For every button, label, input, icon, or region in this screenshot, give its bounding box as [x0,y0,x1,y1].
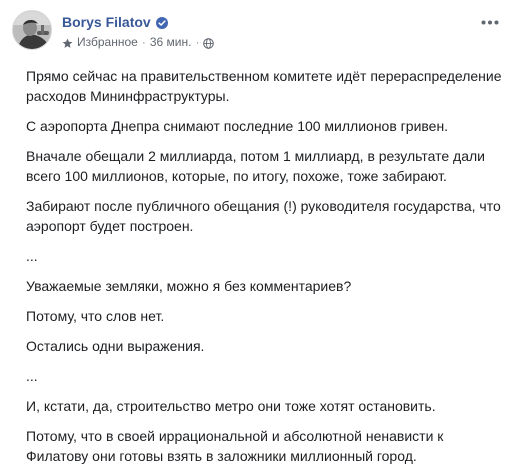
post-paragraph: Остались одни выражения. [26,338,205,354]
post-paragraph: Уважаемые земляки, можно я без комментар… [26,278,352,294]
post-paragraph: ... [26,368,38,384]
author-name-link[interactable]: Borys Filatov [62,13,151,31]
avatar[interactable] [12,10,52,50]
post-paragraph: Забирают после публичного обещания (!) р… [26,198,501,234]
post-paragraph: Потому, что слов нет. [26,308,165,324]
author-line: Borys Filatov [62,13,168,31]
globe-icon[interactable] [203,37,215,49]
post-body: Прямо сейчас на правительственном комите… [26,66,504,476]
meta-separator: · [195,35,200,49]
post-paragraph: С аэропорта Днепра снимают последние 100… [26,118,449,134]
audience-label[interactable]: Избранное [77,34,138,50]
star-icon [62,37,73,48]
meta-separator: · [141,35,146,49]
post-paragraph: ... [26,248,38,264]
post-meta: Избранное · 36 мин. · [62,34,215,50]
post-header: Borys Filatov Избранное · 36 мин. · [12,10,503,54]
more-options-button[interactable] [479,16,501,28]
post-paragraph: Вначале обещали 2 миллиарда, потом 1 мил… [26,148,485,184]
post-paragraph: И, кстати, да, строительство метро они т… [26,398,436,414]
post-timestamp[interactable]: 36 мин. [150,34,192,50]
avatar-photo [13,11,51,49]
facebook-post: Borys Filatov Избранное · 36 мин. · Прям… [0,0,515,464]
post-paragraph: Прямо сейчас на правительственном комите… [26,68,502,104]
more-dots-icon [481,20,499,24]
verified-badge-icon [155,16,168,29]
post-paragraph: Потому, что в своей иррациональной и абс… [26,428,444,464]
